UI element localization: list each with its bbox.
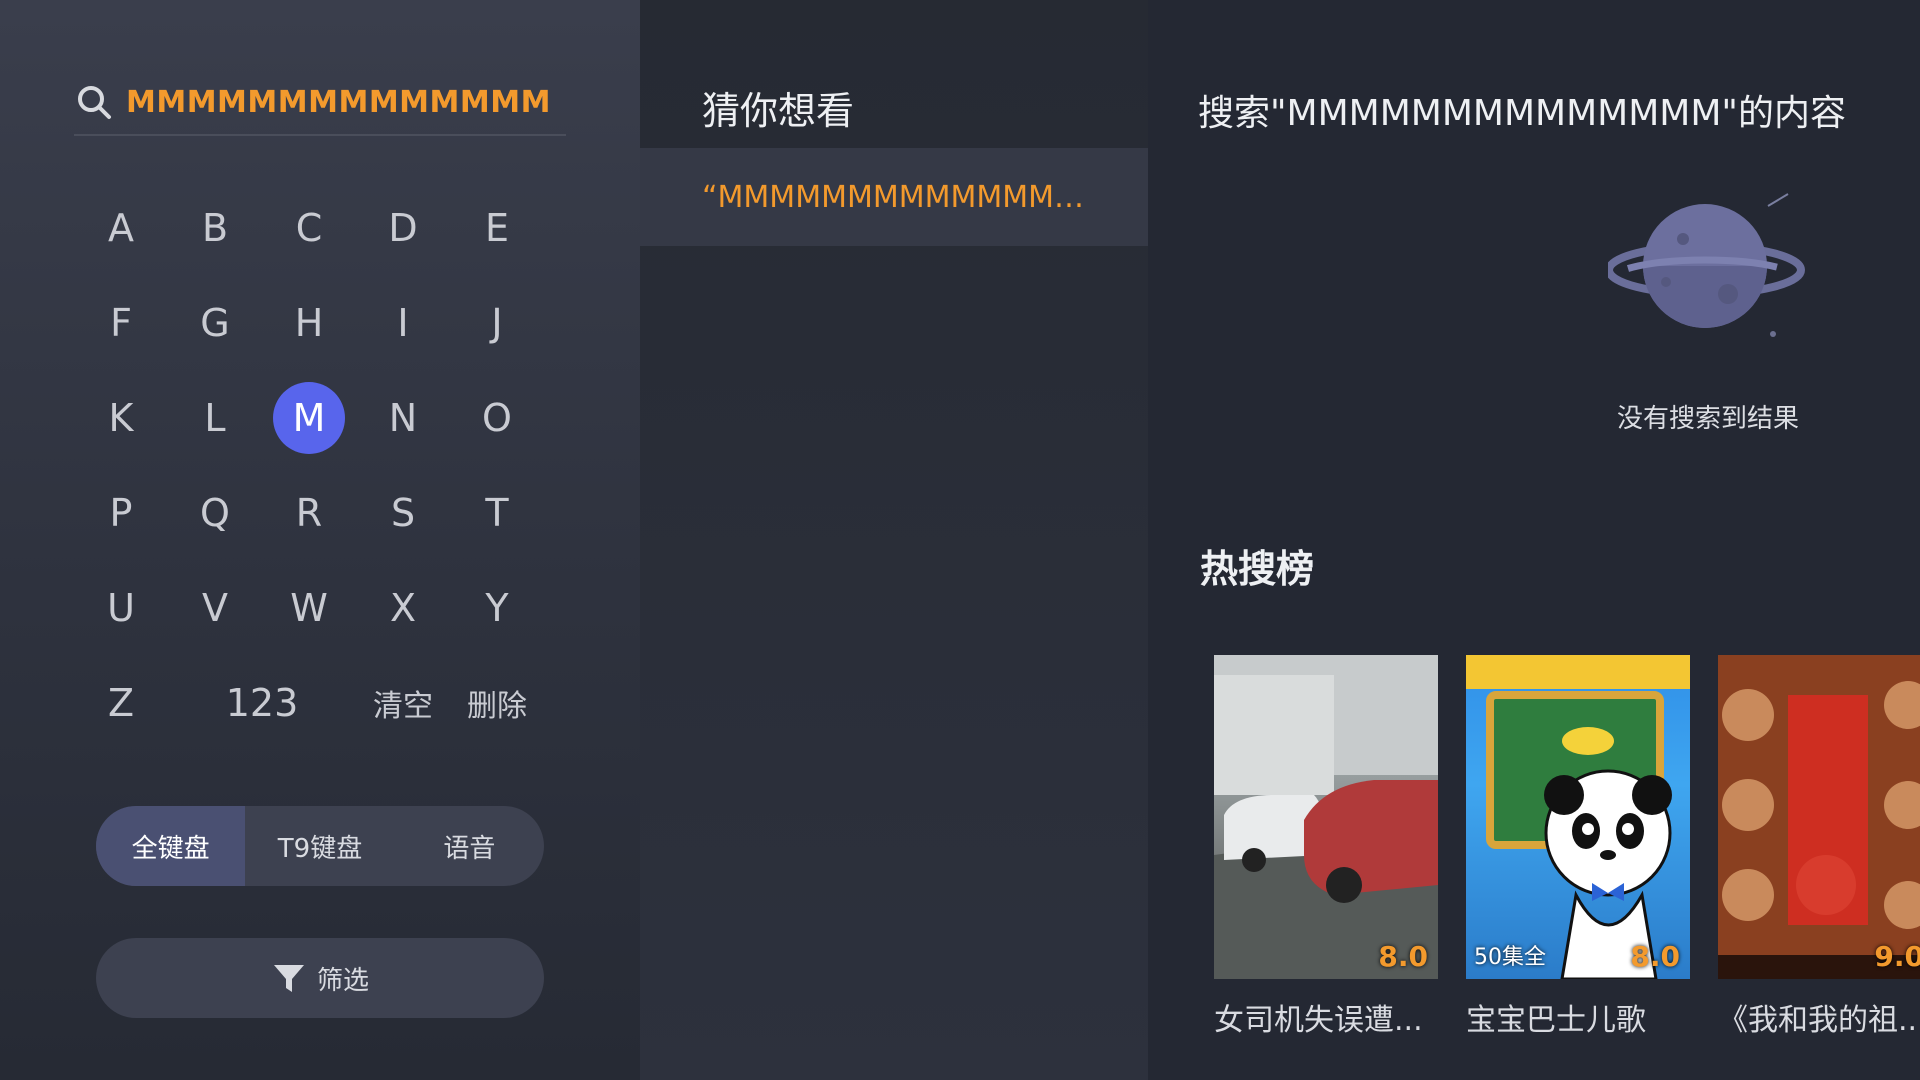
poster-image: 9.0: [1718, 655, 1920, 979]
key-e[interactable]: E: [450, 191, 544, 265]
hot-search-list: 8.0 女司机失误遭... 50集全 8.0 宝宝巴士儿歌 9.0 《我和我的祖…: [1214, 655, 1920, 1038]
key-w[interactable]: W: [262, 571, 356, 645]
search-icon: [78, 86, 111, 119]
episode-badge: 50集全: [1474, 945, 1546, 970]
key-m[interactable]: M: [262, 381, 356, 455]
card-title: 《我和我的祖...: [1718, 1003, 1920, 1038]
street-scene-art: [1214, 655, 1438, 979]
key-p[interactable]: P: [74, 476, 168, 550]
key-r[interactable]: R: [262, 476, 356, 550]
delete-button[interactable]: 删除: [450, 666, 544, 740]
key-row: F G H I J: [74, 275, 544, 370]
hot-card[interactable]: 8.0 女司机失误遭...: [1214, 655, 1438, 1039]
key-c[interactable]: C: [262, 191, 356, 265]
results-panel: 搜索"MMMMMMMMMMMMMM"的内容 没有搜索到结果 热搜榜 8.0 女司…: [1148, 0, 1920, 1080]
keyboard-mode-switch: 全键盘 T9键盘 语音: [96, 806, 544, 886]
empty-planet-icon: [1608, 193, 1805, 337]
suggestion-panel: 猜你想看 “MMMMMMMMMMMMMM...: [640, 0, 1148, 1080]
clear-button[interactable]: 清空: [356, 666, 450, 740]
key-row: U V W X Y: [74, 560, 544, 655]
key-numbers[interactable]: 123: [168, 666, 356, 740]
letter-keyboard: A B C D E F G H I J K L M N O P Q R S T: [74, 180, 544, 750]
poster-image: 8.0: [1214, 655, 1438, 979]
t9-keyboard-tab[interactable]: T9键盘: [245, 806, 394, 886]
key-o[interactable]: O: [450, 381, 544, 455]
key-d[interactable]: D: [356, 191, 450, 265]
card-title: 宝宝巴士儿歌: [1466, 1003, 1646, 1038]
key-v[interactable]: V: [168, 571, 262, 645]
filter-button[interactable]: 筛选: [96, 938, 544, 1018]
key-s[interactable]: S: [356, 476, 450, 550]
panda-cartoon-art: [1466, 655, 1690, 979]
key-h[interactable]: H: [262, 286, 356, 360]
key-z[interactable]: Z: [74, 666, 168, 740]
search-query: MMMMMMMMMMMMMM: [126, 84, 551, 120]
key-i[interactable]: I: [356, 286, 450, 360]
key-q[interactable]: Q: [168, 476, 262, 550]
filter-label: 筛选: [316, 965, 369, 996]
key-g[interactable]: G: [168, 286, 262, 360]
key-m-highlight: M: [273, 381, 345, 454]
key-row: K L M N O: [74, 370, 544, 465]
search-bar: MMMMMMMMMMMMMM: [74, 70, 566, 136]
hot-card[interactable]: 9.0 《我和我的祖...: [1718, 655, 1920, 1039]
rating: 8.0: [1378, 940, 1428, 973]
key-row: A B C D E: [74, 180, 544, 275]
key-row: Z 123 清空 删除: [74, 655, 544, 750]
suggestion-title: 猜你想看: [702, 89, 855, 133]
card-title: 女司机失误遭...: [1214, 1003, 1423, 1038]
hot-search-title: 热搜榜: [1200, 547, 1315, 591]
results-title: 搜索"MMMMMMMMMMMMMM"的内容: [1198, 93, 1846, 134]
key-t[interactable]: T: [450, 476, 544, 550]
keyboard-panel: MMMMMMMMMMMMMM A B C D E F G H I J K L M…: [0, 0, 640, 1080]
rating: 8.0: [1630, 940, 1680, 973]
hot-card[interactable]: 50集全 8.0 宝宝巴士儿歌: [1466, 655, 1690, 1039]
rating: 9.0: [1874, 940, 1920, 973]
key-b[interactable]: B: [168, 191, 262, 265]
key-u[interactable]: U: [74, 571, 168, 645]
no-result-text: 没有搜索到结果: [1616, 404, 1799, 434]
suggestion-text: “MMMMMMMMMMMMMM...: [702, 179, 1102, 215]
key-y[interactable]: Y: [450, 571, 544, 645]
movie-poster-art: [1718, 655, 1920, 979]
key-f[interactable]: F: [74, 286, 168, 360]
suggestion-item[interactable]: “MMMMMMMMMMMMMM...: [640, 148, 1148, 246]
key-k[interactable]: K: [74, 381, 168, 455]
filter-icon: [273, 965, 304, 992]
poster-image: 50集全 8.0: [1466, 655, 1690, 979]
key-j[interactable]: J: [450, 286, 544, 360]
full-keyboard-tab[interactable]: 全键盘: [96, 806, 246, 886]
voice-tab[interactable]: 语音: [395, 806, 544, 886]
key-n[interactable]: N: [356, 381, 450, 455]
key-l[interactable]: L: [168, 381, 262, 455]
key-x[interactable]: X: [356, 571, 450, 645]
key-a[interactable]: A: [74, 191, 168, 265]
key-row: P Q R S T: [74, 465, 544, 560]
